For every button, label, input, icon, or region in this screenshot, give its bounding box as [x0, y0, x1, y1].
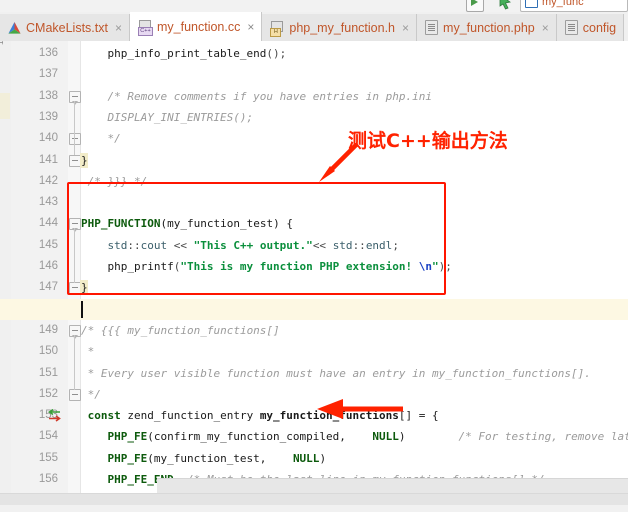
editor-tab-bar: CMakeLists.txt × C++ my_function.cc × Hphp_my… — [0, 12, 628, 42]
code-line[interactable]: } — [81, 150, 88, 171]
annotation-note-text: 测试C++输出方法 — [348, 130, 508, 152]
code-line[interactable]: php_info_print_table_end(); — [107, 43, 286, 64]
fold-region-guide — [73, 100, 75, 156]
php-file-icon — [564, 20, 578, 35]
editor-tab-my-function-php[interactable]: my_function.php × — [417, 14, 557, 41]
line-number[interactable]: 146 — [11, 256, 68, 277]
line-number-gutter[interactable]: 1361371381391401411421431441451461471481… — [11, 41, 68, 493]
line-number[interactable]: 140 — [11, 128, 68, 149]
cpp-file-icon: C++ — [137, 19, 153, 36]
current-line-highlight — [0, 298, 628, 320]
tab-close-icon[interactable]: × — [400, 22, 409, 34]
run-button[interactable] — [466, 0, 484, 12]
run-configuration-selector[interactable]: my_func — [520, 0, 628, 12]
code-line[interactable]: } — [81, 277, 88, 298]
line-number[interactable]: 149 — [11, 320, 68, 341]
project-tool-label[interactable]: 1: Project — [0, 41, 5, 45]
fold-collapse-icon[interactable] — [69, 133, 81, 146]
line-number[interactable]: 150 — [11, 341, 68, 362]
line-number[interactable]: 144 — [11, 213, 68, 234]
line-number[interactable]: 136 — [11, 43, 68, 64]
php-file-icon — [425, 20, 439, 35]
text-caret — [81, 300, 83, 318]
fold-expand-icon[interactable] — [69, 218, 81, 233]
code-line[interactable]: PHP_FE(confirm_my_function_compiled, NUL… — [107, 426, 628, 447]
line-number[interactable]: 152 — [11, 384, 68, 405]
green-cursor-arrow-icon[interactable] — [496, 0, 514, 11]
code-line[interactable]: /* }}} */ — [88, 171, 148, 192]
code-line[interactable]: std::cout << "This C++ output."<< std::e… — [107, 235, 398, 256]
strip-highlight-marker — [0, 93, 10, 119]
line-number[interactable]: 143 — [11, 192, 68, 213]
line-number[interactable]: 155 — [11, 448, 68, 469]
module-square-icon — [525, 0, 538, 8]
editor-tab-config[interactable]: config — [556, 14, 625, 41]
tab-close-icon[interactable]: × — [113, 22, 122, 34]
code-line[interactable]: PHP_FUNCTION(my_function_test) { — [81, 213, 293, 234]
editor-tab-my-function-cc[interactable]: C++ my_function.cc × — [129, 12, 263, 41]
tab-label: my_function.php — [443, 20, 535, 35]
tab-label: my_function.cc — [156, 19, 241, 34]
code-line[interactable]: DISPLAY_INI_ENTRIES(); — [107, 107, 253, 128]
line-number[interactable]: 156 — [11, 469, 68, 490]
vcs-change-marker-icon[interactable] — [46, 408, 63, 422]
code-line[interactable]: /* Remove comments if you have entries i… — [107, 86, 432, 107]
code-line[interactable]: PHP_FE(my_function_test, NULL) — [107, 448, 326, 469]
code-line[interactable]: /* {{{ my_function_functions[] — [81, 320, 280, 341]
line-number[interactable]: 145 — [11, 235, 68, 256]
tab-label: CMakeLists.txt — [26, 20, 108, 35]
fold-expand-icon[interactable] — [69, 324, 81, 339]
tab-label: php_my_function.h — [289, 20, 396, 35]
bottom-panel-strip — [157, 478, 628, 494]
header-file-icon: H — [270, 20, 284, 37]
code-folding-column[interactable] — [48, 41, 81, 493]
code-editor[interactable]: 1: Project 13613713813914014114214314414… — [0, 41, 628, 493]
code-line[interactable]: * — [88, 341, 95, 362]
editor-tab-php-my-function-h[interactable]: Hphp_my_function.h × — [262, 14, 418, 41]
fold-region-guide — [73, 228, 75, 284]
fold-collapse-icon[interactable] — [69, 388, 81, 401]
line-number[interactable]: 147 — [11, 277, 68, 298]
line-number[interactable]: 141 — [11, 150, 68, 171]
run-configuration-label: my_func — [542, 0, 584, 8]
line-number[interactable]: 137 — [11, 64, 68, 85]
editor-tab-cmakelists-txt[interactable]: CMakeLists.txt × — [0, 14, 130, 41]
tab-close-icon[interactable]: × — [540, 22, 549, 34]
line-number[interactable]: 151 — [11, 363, 68, 384]
tab-close-icon[interactable]: × — [245, 21, 254, 33]
code-line[interactable]: */ — [88, 384, 101, 405]
code-content-area[interactable]: php_info_print_table_end(); /* Remove com… — [0, 41, 628, 493]
line-number[interactable]: 138 — [11, 86, 68, 107]
code-line[interactable]: const zend_function_entry my_function_fu… — [88, 405, 439, 426]
line-number[interactable]: 154 — [11, 426, 68, 447]
run-arrow-icon — [471, 0, 478, 6]
tab-label: config — [582, 20, 617, 35]
cmake-logo-icon — [8, 21, 21, 34]
window-bottom-edge — [0, 505, 628, 512]
clion-ide-window: my_func CMakeLists.txt × C++ my_function.cc… — [0, 0, 628, 512]
code-line[interactable]: */ — [107, 128, 120, 149]
code-line[interactable]: * Every user visible function must have … — [88, 363, 591, 384]
line-number[interactable]: 142 — [11, 171, 68, 192]
fold-region-guide — [73, 334, 75, 390]
code-line[interactable]: php_printf("This is my function PHP exte… — [107, 256, 451, 277]
fold-expand-icon[interactable] — [69, 90, 81, 105]
line-number[interactable]: 139 — [11, 107, 68, 128]
